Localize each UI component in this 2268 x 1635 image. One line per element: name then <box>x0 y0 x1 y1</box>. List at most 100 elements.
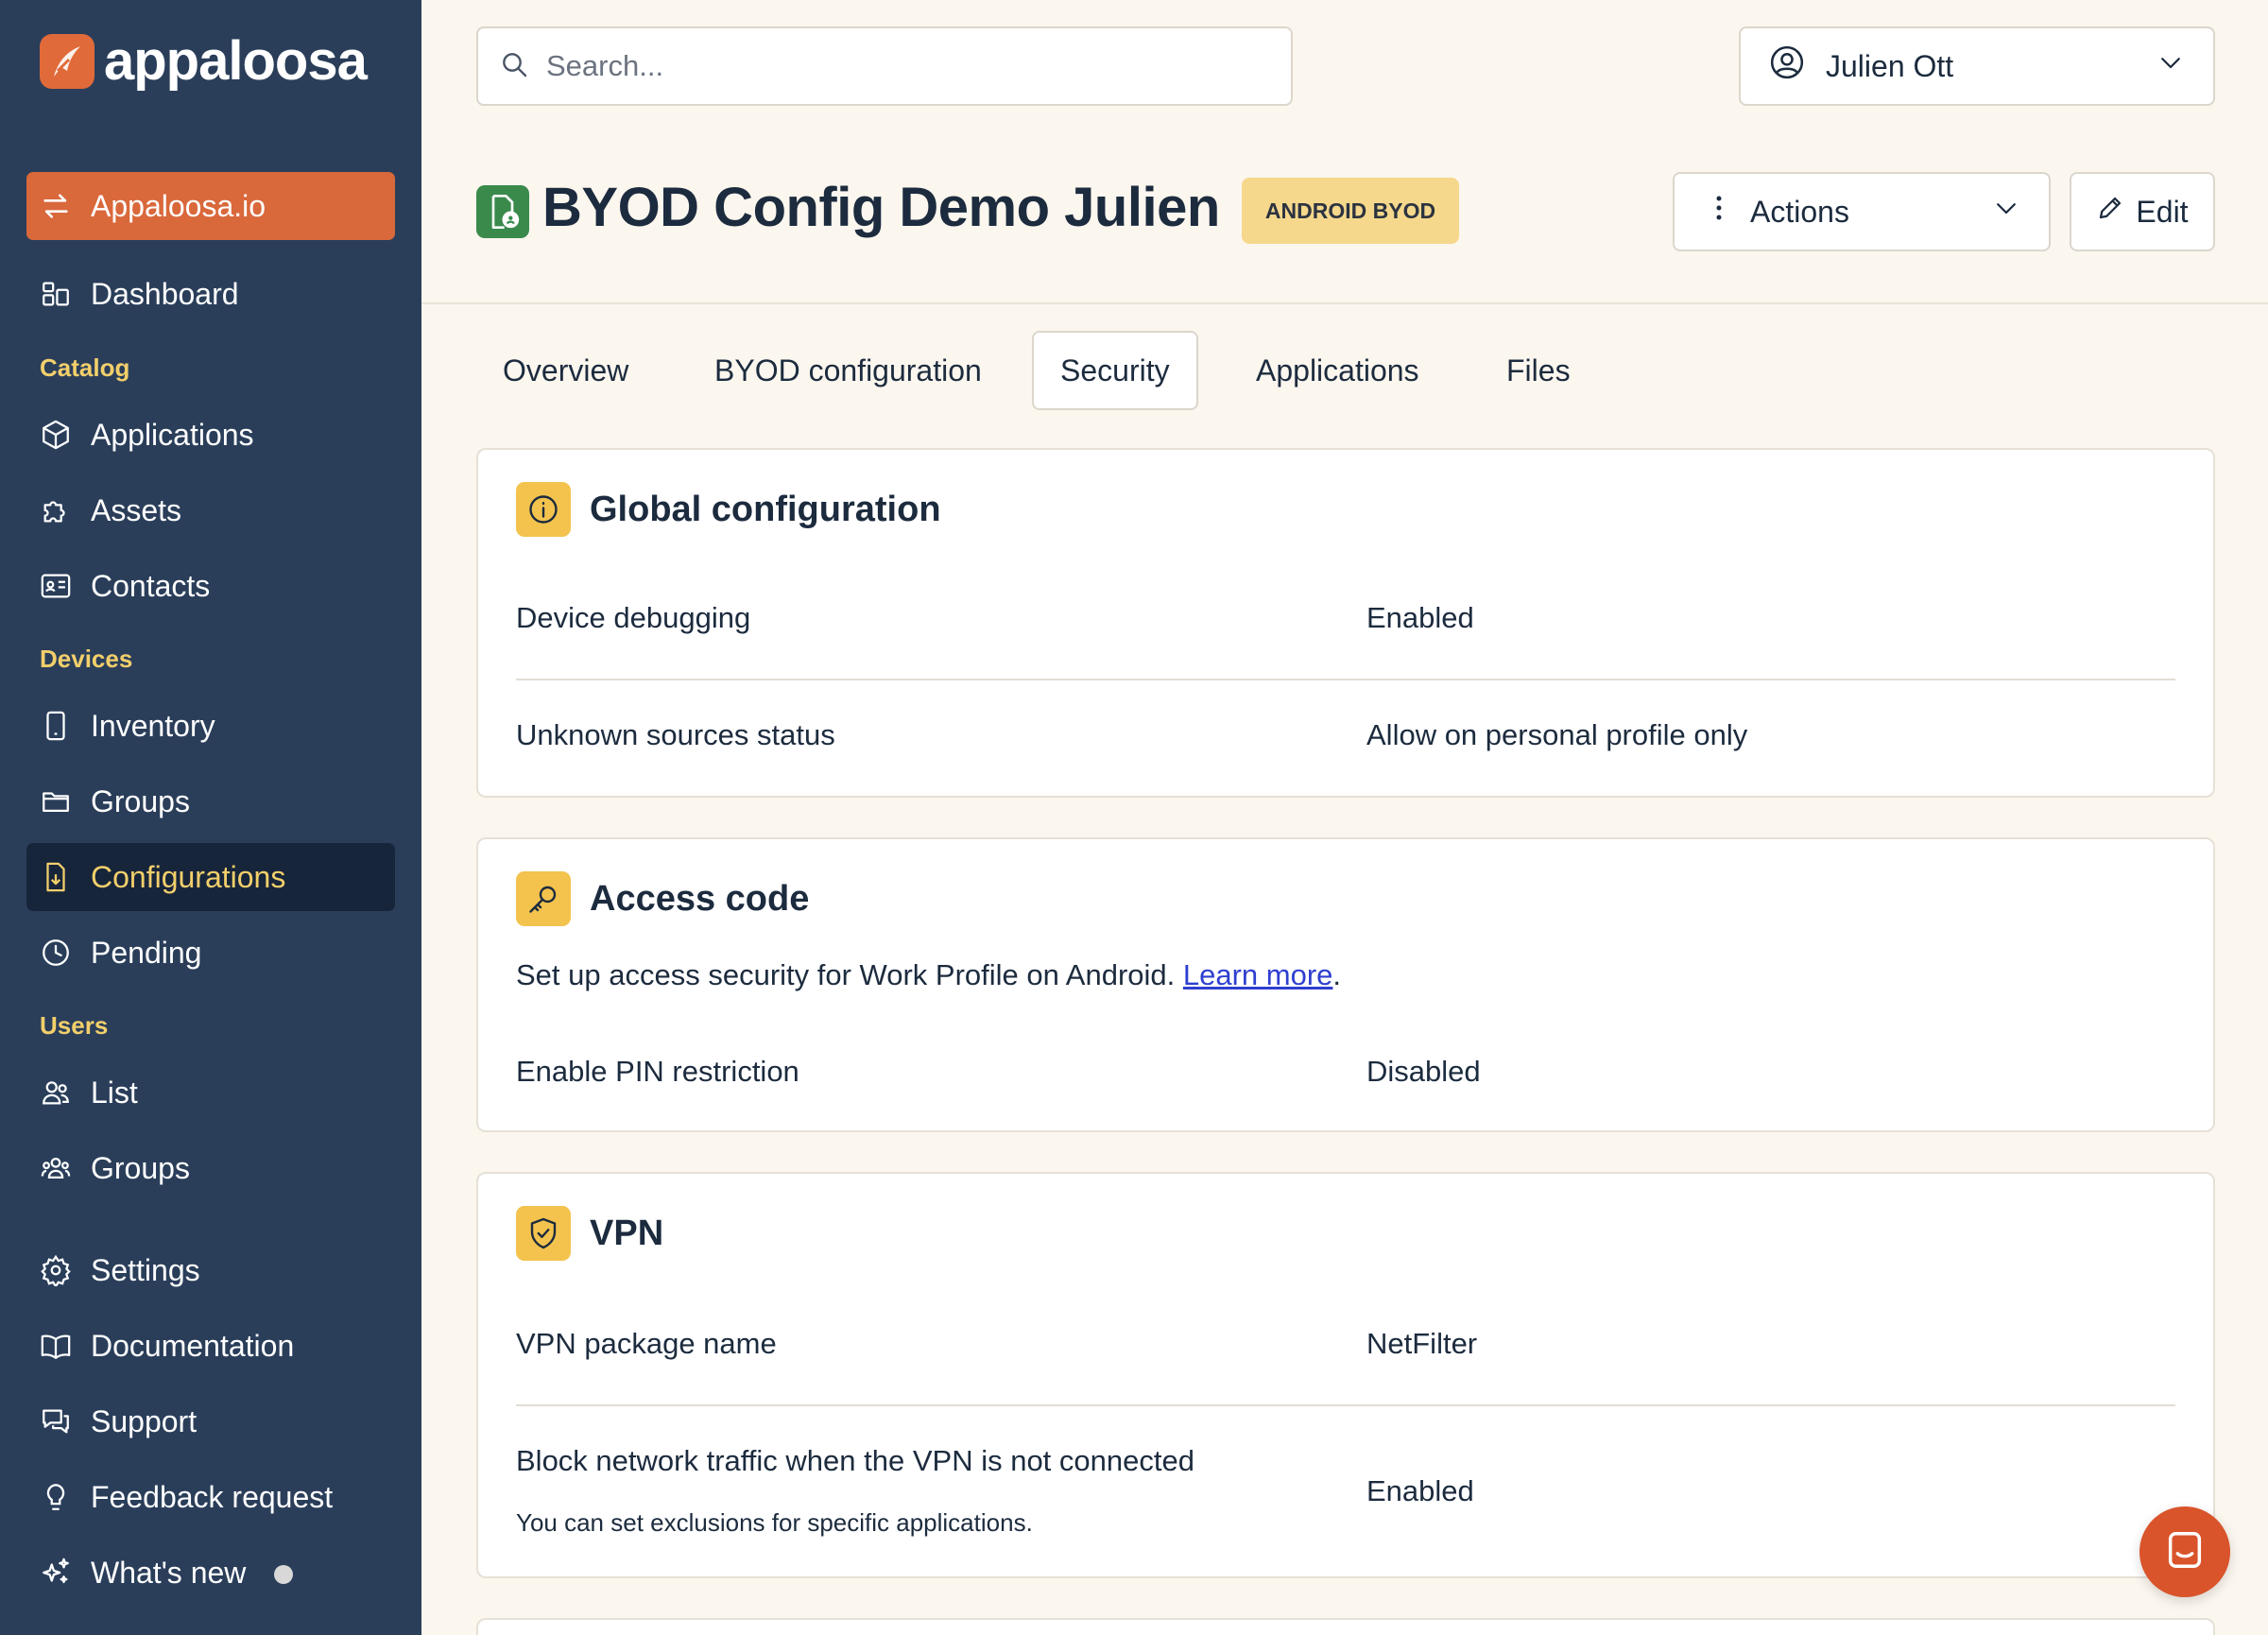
org-switcher-button[interactable]: Appaloosa.io <box>26 172 395 240</box>
sidebar-item-contacts[interactable]: Contacts <box>26 552 395 620</box>
setting-label: Block network traffic when the VPN is no… <box>516 1444 1194 1477</box>
card-description: Set up access security for Work Profile … <box>516 958 1342 991</box>
brand-name: appaloosa <box>104 30 368 92</box>
sidebar: appaloosa Appaloosa.io Dashboard Catalog… <box>0 0 421 1635</box>
setting-value: Enabled <box>1366 601 1474 634</box>
appaloosa-logo-icon <box>40 34 94 89</box>
dashboard-icon <box>38 276 74 312</box>
chat-bubbles-icon <box>38 1403 74 1439</box>
brand-logo[interactable]: appaloosa <box>40 30 368 92</box>
sidebar-item-label: Support <box>91 1403 198 1438</box>
setting-value: Enabled <box>1366 1474 1474 1507</box>
switch-arrows-icon <box>38 188 74 224</box>
row-divider <box>516 679 2175 680</box>
header-divider <box>421 302 2268 304</box>
folder-icon <box>38 783 74 819</box>
sidebar-item-documentation[interactable]: Documentation <box>26 1312 395 1380</box>
sidebar-item-feedback[interactable]: Feedback request <box>26 1463 395 1531</box>
user-avatar-icon <box>1769 44 1805 88</box>
card-header: Access code <box>516 871 809 926</box>
sidebar-item-label: Documentation <box>91 1328 295 1363</box>
card-header: Global configuration <box>516 482 941 537</box>
card-title: Global configuration <box>590 489 941 529</box>
file-download-icon <box>38 859 74 895</box>
platform-badge: ANDROID BYOD <box>1242 178 1459 244</box>
tab-files[interactable]: Files <box>1480 331 1597 410</box>
tab-byod-configuration[interactable]: BYOD configuration <box>688 331 1008 410</box>
sidebar-item-label: Feedback request <box>91 1479 334 1514</box>
setting-label: VPN package name <box>516 1327 777 1360</box>
notification-dot <box>274 1565 293 1584</box>
sidebar-item-user-list[interactable]: List <box>26 1058 395 1127</box>
search-icon <box>499 49 529 84</box>
info-icon <box>516 482 571 537</box>
setting-label: Device debugging <box>516 601 751 634</box>
search-input[interactable] <box>546 49 1264 83</box>
sidebar-item-settings[interactable]: Settings <box>26 1236 395 1304</box>
sidebar-item-label: Configurations <box>91 859 286 894</box>
row-divider <box>516 1404 2175 1406</box>
sidebar-item-label: Pending <box>91 935 202 970</box>
user-group-icon <box>38 1150 74 1186</box>
sidebar-item-configurations[interactable]: Configurations <box>26 843 395 911</box>
edit-label: Edit <box>2136 194 2189 229</box>
setting-value: NetFilter <box>1366 1327 1478 1360</box>
android-config-icon <box>476 185 529 238</box>
sidebar-item-support[interactable]: Support <box>26 1387 395 1455</box>
shield-check-icon <box>516 1206 571 1261</box>
tab-applications[interactable]: Applications <box>1229 331 1446 410</box>
edit-button[interactable]: Edit <box>2070 172 2215 251</box>
learn-more-link[interactable]: Learn more <box>1183 958 1333 991</box>
card-title: Access code <box>590 878 810 919</box>
box-icon <box>38 417 74 453</box>
sidebar-item-label: Groups <box>91 783 190 818</box>
sidebar-item-inventory[interactable]: Inventory <box>26 692 395 760</box>
org-switcher-label: Appaloosa.io <box>91 188 266 223</box>
next-card <box>476 1618 2215 1635</box>
section-devices: Devices <box>40 645 133 673</box>
users-icon <box>38 1075 74 1110</box>
chat-icon <box>2163 1528 2207 1576</box>
description-text: Set up access security for Work Profile … <box>516 958 1176 991</box>
kebab-menu-icon <box>1714 194 1724 230</box>
chat-launcher-button[interactable] <box>2139 1506 2230 1597</box>
key-icon <box>516 871 571 926</box>
sidebar-item-device-groups[interactable]: Groups <box>26 767 395 835</box>
sidebar-item-label: Settings <box>91 1252 200 1287</box>
tab-security[interactable]: Security <box>1032 331 1198 410</box>
sidebar-item-dashboard[interactable]: Dashboard <box>26 260 395 328</box>
user-menu[interactable]: Julien Ott <box>1739 26 2215 106</box>
chevron-down-icon <box>1992 194 2020 230</box>
sidebar-item-user-groups[interactable]: Groups <box>26 1134 395 1202</box>
tab-overview[interactable]: Overview <box>476 331 655 410</box>
card-title: VPN <box>590 1213 664 1253</box>
section-catalog: Catalog <box>40 353 130 382</box>
setting-label: Unknown sources status <box>516 718 835 751</box>
search-field[interactable] <box>476 26 1293 106</box>
setting-value: Allow on personal profile only <box>1366 718 1748 751</box>
phone-icon <box>38 708 74 744</box>
sidebar-item-assets[interactable]: Assets <box>26 476 395 544</box>
clock-icon <box>38 935 74 971</box>
lightbulb-icon <box>38 1479 74 1515</box>
setting-value: Disabled <box>1366 1055 1481 1088</box>
actions-dropdown[interactable]: Actions <box>1673 172 2051 251</box>
section-users: Users <box>40 1011 109 1040</box>
sidebar-item-label: Applications <box>91 417 254 452</box>
setting-hint: You can set exclusions for specific appl… <box>516 1508 1033 1537</box>
sidebar-item-pending[interactable]: Pending <box>26 919 395 987</box>
actions-label: Actions <box>1750 194 1849 229</box>
setting-label: Enable PIN restriction <box>516 1055 799 1088</box>
access-code-card: Access code Set up access security for W… <box>476 837 2215 1132</box>
sidebar-item-label: What's new <box>91 1555 247 1590</box>
vpn-card: VPN VPN package name NetFilter Block net… <box>476 1172 2215 1578</box>
global-configuration-card: Global configuration Device debugging En… <box>476 448 2215 798</box>
sidebar-item-applications[interactable]: Applications <box>26 401 395 469</box>
sidebar-item-label: Contacts <box>91 568 211 603</box>
contact-card-icon <box>38 568 74 604</box>
sidebar-item-label: Inventory <box>91 708 215 743</box>
sidebar-item-label: Dashboard <box>91 276 239 311</box>
sparkles-icon <box>38 1555 74 1591</box>
sidebar-item-whats-new[interactable]: What's new <box>26 1539 395 1607</box>
book-icon <box>38 1328 74 1364</box>
